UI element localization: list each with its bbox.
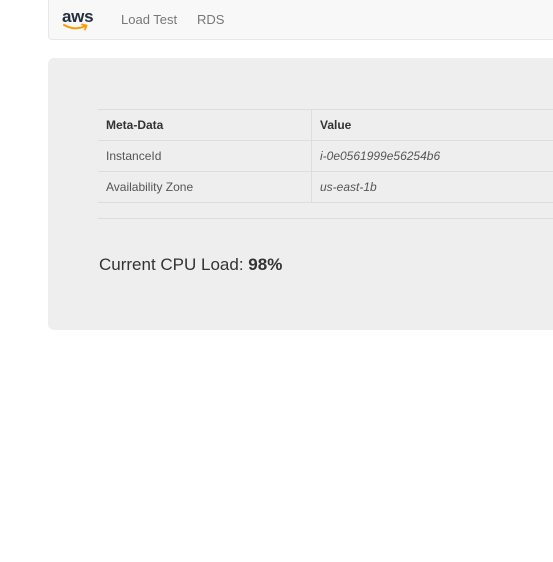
aws-logo[interactable]: aws: [62, 8, 98, 34]
table-header-row: Meta-Data Value: [98, 109, 553, 141]
table-cell-value: us-east-1b: [311, 171, 553, 203]
metadata-table: Meta-Data Value InstanceId i-0e0561999e5…: [98, 109, 553, 203]
navbar: aws Load Test RDS: [48, 0, 553, 40]
divider: [98, 218, 553, 219]
cpu-load-text: Current CPU Load: 98%: [99, 255, 282, 275]
table-cell-key: Availability Zone: [98, 171, 312, 203]
cpu-load-value: 98%: [248, 255, 283, 274]
table-row: InstanceId i-0e0561999e56254b6: [98, 140, 553, 172]
main-panel: Meta-Data Value InstanceId i-0e0561999e5…: [48, 58, 553, 330]
nav-link-rds[interactable]: RDS: [197, 12, 224, 28]
aws-smile-icon: [63, 23, 88, 31]
table-cell-key: InstanceId: [98, 140, 312, 172]
column-header-meta-data: Meta-Data: [98, 109, 312, 141]
column-header-value: Value: [311, 109, 553, 141]
cpu-load-label: Current CPU Load:: [99, 255, 249, 274]
table-row: Availability Zone us-east-1b: [98, 171, 553, 203]
nav-link-load-test[interactable]: Load Test: [121, 12, 177, 28]
table-cell-value: i-0e0561999e56254b6: [311, 140, 553, 172]
